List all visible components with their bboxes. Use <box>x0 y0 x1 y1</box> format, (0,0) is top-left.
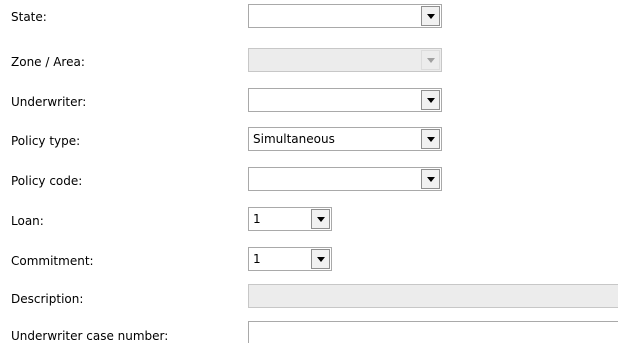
description-label: Description: <box>11 292 84 306</box>
chevron-down-icon <box>426 58 435 63</box>
description-field <box>248 284 618 308</box>
underwriter-case-number-label: Underwriter case number: <box>11 329 169 343</box>
policy-type-label: Policy type: <box>11 134 81 148</box>
zone-area-select <box>248 48 442 72</box>
state-select[interactable] <box>248 4 442 28</box>
underwriter-dropdown-button[interactable] <box>421 90 440 110</box>
chevron-down-icon <box>316 217 325 222</box>
loan-value: 1 <box>253 212 261 226</box>
chevron-down-icon <box>316 257 325 262</box>
underwriter-case-number-field[interactable] <box>248 321 618 343</box>
zone-area-label: Zone / Area: <box>11 55 85 69</box>
loan-dropdown-button[interactable] <box>311 209 330 229</box>
commitment-dropdown-button[interactable] <box>311 249 330 269</box>
chevron-down-icon <box>426 177 435 182</box>
policy-code-label: Policy code: <box>11 174 83 188</box>
zone-area-dropdown-button <box>421 50 440 70</box>
policy-type-select[interactable]: Simultaneous <box>248 127 442 151</box>
loan-label: Loan: <box>11 214 44 228</box>
commitment-value: 1 <box>253 252 261 266</box>
policy-type-dropdown-button[interactable] <box>421 129 440 149</box>
policy-type-value: Simultaneous <box>253 132 335 146</box>
underwriter-label: Underwriter: <box>11 95 87 109</box>
chevron-down-icon <box>426 14 435 19</box>
policy-code-dropdown-button[interactable] <box>421 169 440 189</box>
loan-select[interactable]: 1 <box>248 207 332 231</box>
state-label: State: <box>11 10 47 24</box>
policy-code-select[interactable] <box>248 167 442 191</box>
chevron-down-icon <box>426 137 435 142</box>
commitment-select[interactable]: 1 <box>248 247 332 271</box>
state-dropdown-button[interactable] <box>421 6 440 26</box>
underwriter-select[interactable] <box>248 88 442 112</box>
chevron-down-icon <box>426 98 435 103</box>
commitment-label: Commitment: <box>11 254 94 268</box>
